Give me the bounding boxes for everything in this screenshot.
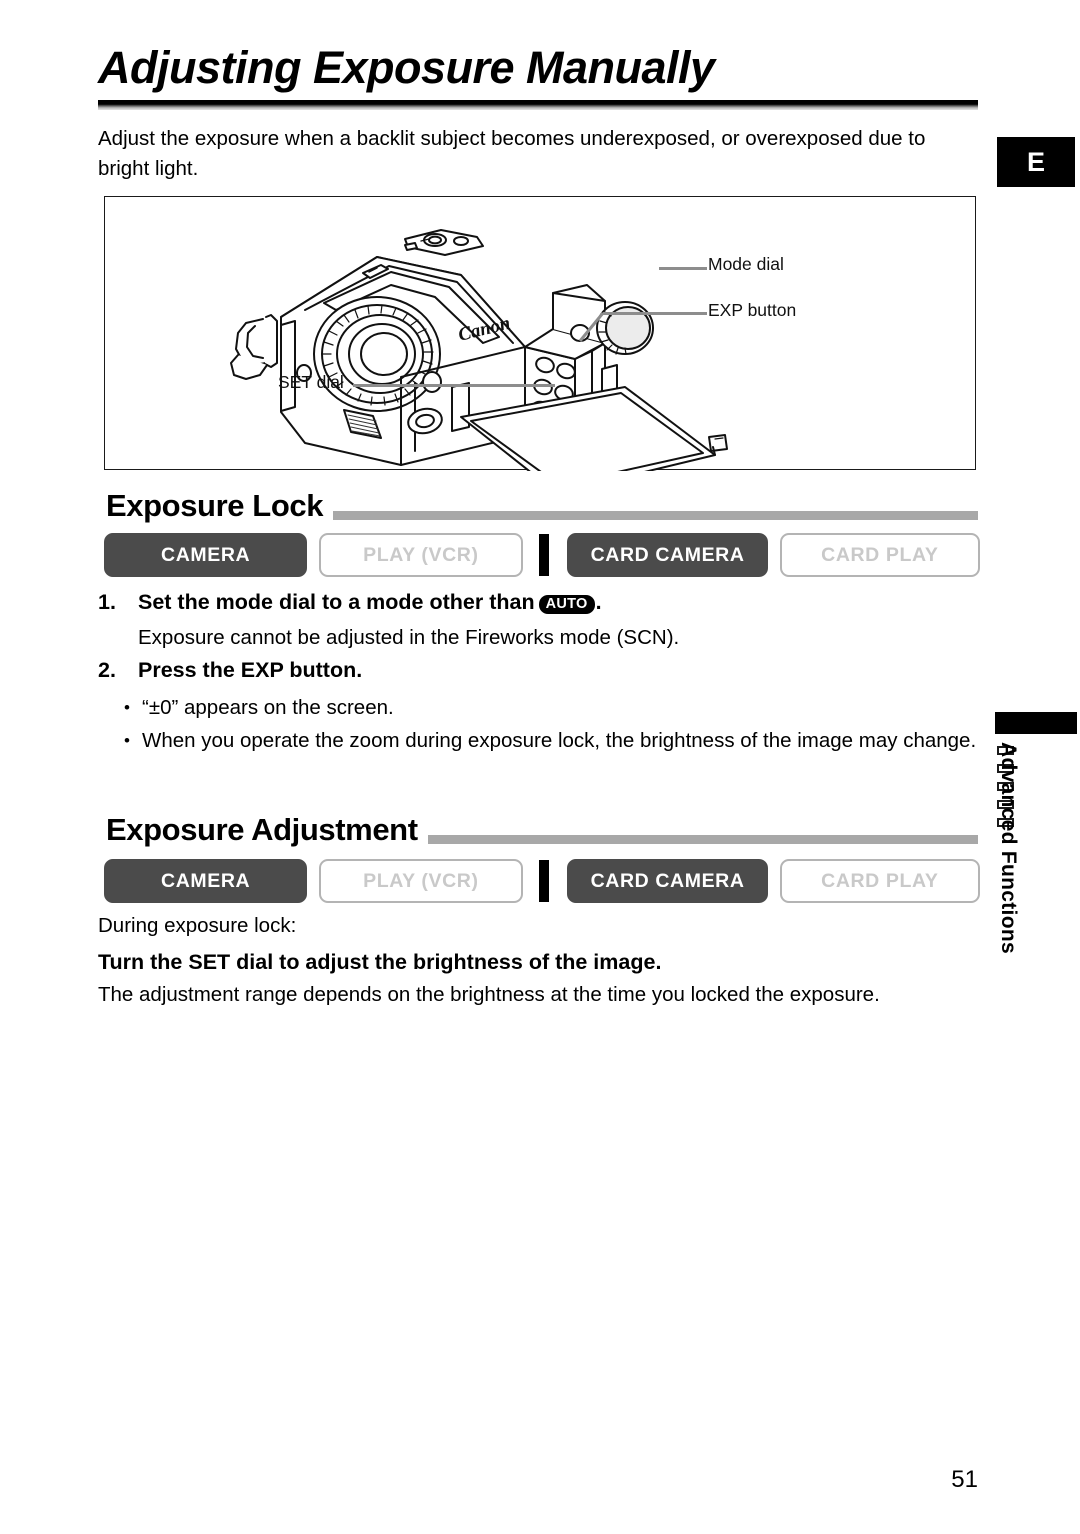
step-1-number: 1. bbox=[98, 590, 116, 614]
badge-play-vcr[interactable]: PLAY (VCR) bbox=[319, 533, 523, 577]
callout-exp-button: EXP button bbox=[708, 300, 797, 320]
badge-camera[interactable]: CAMERA bbox=[104, 859, 308, 903]
page-number: 51 bbox=[951, 1466, 978, 1493]
step-1-note: Exposure cannot be adjusted in the Firew… bbox=[138, 626, 680, 649]
step-2-number: 2. bbox=[98, 658, 116, 682]
step-1: 1. Set the mode dial to a mode other tha… bbox=[98, 590, 978, 615]
badge-separator bbox=[538, 860, 550, 902]
language-tab: E bbox=[997, 137, 1075, 187]
bullet-item: • When you operate the zoom during expos… bbox=[124, 725, 980, 757]
bullet-item: • “±0” appears on the screen. bbox=[124, 692, 980, 724]
exp-button-leader bbox=[603, 312, 707, 315]
bullet-text: When you operate the zoom during exposur… bbox=[142, 729, 977, 752]
adjustment-note: The adjustment range depends on the brig… bbox=[98, 983, 880, 1006]
step-1-text: Set the mode dial to a mode other than bbox=[138, 590, 535, 614]
bullet-dot-icon: • bbox=[124, 698, 130, 717]
bullet-dot-icon: • bbox=[124, 731, 130, 750]
camcorder-figure: Canon bbox=[104, 196, 976, 471]
badge-card-camera[interactable]: CARD CAMERA bbox=[567, 859, 768, 903]
badge-camera[interactable]: CAMERA bbox=[104, 533, 308, 577]
bullet-text: “±0” appears on the screen. bbox=[142, 696, 394, 719]
camcorder-illustration: Canon bbox=[230, 229, 728, 471]
lead-in-text: During exposure lock: bbox=[98, 914, 297, 937]
section-heading-exposure-adjustment: Exposure Adjustment bbox=[98, 806, 978, 848]
section-heading-exposure-lock: Exposure Lock bbox=[98, 482, 978, 524]
badge-card-play[interactable]: CARD PLAY bbox=[779, 533, 980, 577]
step-1-text-after: . bbox=[595, 590, 602, 614]
mode-badge-row-1: CAMERA PLAY (VCR) CARD CAMERA CARD PLAY bbox=[104, 533, 980, 577]
section-title: Exposure Adjustment bbox=[106, 812, 428, 848]
badge-separator bbox=[538, 534, 550, 576]
step-2-text: Press the EXP button. bbox=[138, 658, 363, 682]
intro-paragraph: Adjust the exposure when a backlit subje… bbox=[98, 127, 926, 180]
adjustment-instruction: Turn the SET dial to adjust the brightne… bbox=[98, 950, 662, 974]
step-2-bullets: • “±0” appears on the screen. • When you… bbox=[124, 692, 980, 758]
auto-mode-icon: AUTO bbox=[538, 595, 595, 614]
callout-set-dial: SET dial bbox=[278, 372, 344, 392]
mode-badge-row-2: CAMERA PLAY (VCR) CARD CAMERA CARD PLAY bbox=[104, 859, 980, 903]
side-tab-bar bbox=[995, 712, 1077, 734]
callout-mode-dial: Mode dial bbox=[708, 254, 784, 274]
side-tab-label: Advanced Functions bbox=[997, 742, 1020, 954]
section-title: Exposure Lock bbox=[106, 488, 334, 524]
title-rule bbox=[98, 100, 978, 110]
mode-dial-leader bbox=[659, 267, 707, 270]
step-2: 2. Press the EXP button. bbox=[98, 658, 978, 683]
badge-card-play[interactable]: CARD PLAY bbox=[779, 859, 980, 903]
page-title: Adjusting Exposure Manually bbox=[98, 42, 715, 93]
badge-play-vcr[interactable]: PLAY (VCR) bbox=[319, 859, 523, 903]
badge-card-camera[interactable]: CARD CAMERA bbox=[567, 533, 768, 577]
set-dial-leader bbox=[353, 384, 555, 387]
